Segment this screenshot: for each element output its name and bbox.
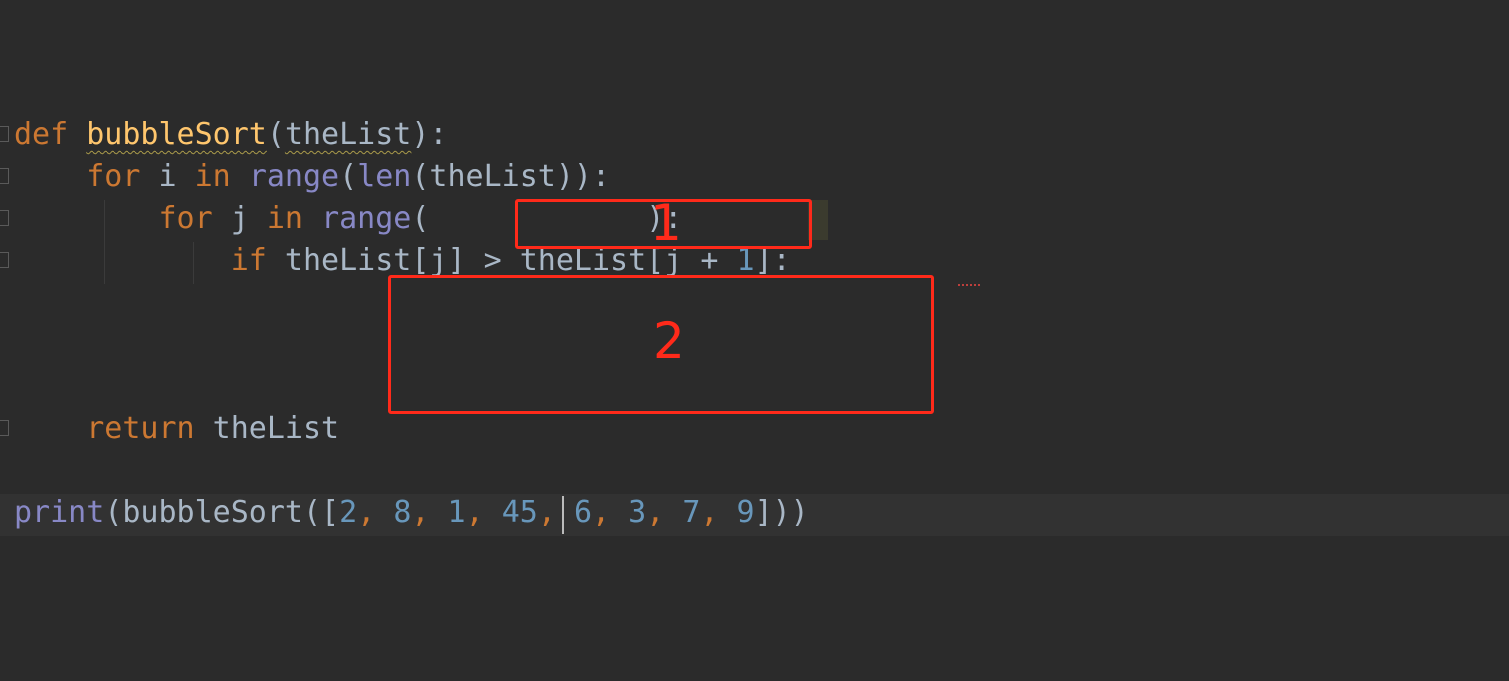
annotation-label-1: 1 [650, 194, 682, 252]
keyword-for: for [158, 201, 213, 236]
comma: , [700, 495, 737, 530]
keyword-in: in [266, 201, 303, 236]
loop-var: j [212, 201, 267, 236]
keyword-if: if [230, 243, 267, 278]
param-name: theList [284, 117, 412, 152]
list-arg: 7 [682, 495, 701, 530]
fold-marker-icon[interactable] [0, 420, 9, 436]
list-arg: 45 [501, 495, 538, 530]
error-squiggle [958, 278, 980, 286]
fold-marker-icon[interactable] [0, 210, 9, 226]
paren-open: ( [266, 117, 285, 152]
loop-var: i [140, 159, 195, 194]
return-value: theList [194, 411, 340, 446]
comma: , [411, 495, 448, 530]
annotation-label-2: 2 [653, 312, 685, 370]
code-line-print[interactable]: print(bubbleSort([2, 8, 1, 45, 6, 3, 7, … [14, 492, 809, 534]
fold-marker-icon[interactable] [0, 126, 9, 142]
list-arg: 6 [573, 495, 592, 530]
list-arg: 1 [447, 495, 466, 530]
editor-gutter[interactable] [0, 0, 12, 681]
builtin-range: range [321, 201, 412, 236]
fold-marker-icon[interactable] [0, 168, 9, 184]
builtin-range: range [248, 159, 340, 194]
paren-close: ): [411, 117, 448, 152]
paren-open: ( [339, 159, 358, 194]
call-rest: (theList)): [411, 159, 611, 194]
function-name: bubbleSort [86, 117, 267, 152]
comma: , [646, 495, 683, 530]
code-line-def[interactable]: def bubbleSort(theList): [14, 114, 448, 156]
list-arg: 2 [339, 495, 358, 530]
text-caret [562, 496, 564, 534]
list-arg: 9 [736, 495, 755, 530]
comma: , [357, 495, 394, 530]
comma: , [465, 495, 502, 530]
call-open: (bubbleSort([ [104, 495, 340, 530]
keyword-in: in [194, 159, 231, 194]
code-line-for-i[interactable]: for i in range(len(theList)): [14, 156, 610, 198]
code-line-return[interactable]: return theList [14, 408, 339, 450]
list-arg: 8 [393, 495, 412, 530]
fold-marker-icon[interactable] [0, 252, 9, 268]
comma: , [537, 495, 574, 530]
keyword-return: return [86, 411, 195, 446]
code-editor[interactable]: def bubbleSort(theList): for i in range(… [0, 0, 1509, 681]
keyword-for: for [86, 159, 141, 194]
keyword-def: def [14, 117, 69, 152]
builtin-print: print [14, 495, 105, 530]
paren-open: ( [411, 201, 430, 236]
comma: , [592, 495, 629, 530]
list-arg: 3 [628, 495, 647, 530]
builtin-len: len [357, 159, 412, 194]
call-close: ])) [754, 495, 809, 530]
